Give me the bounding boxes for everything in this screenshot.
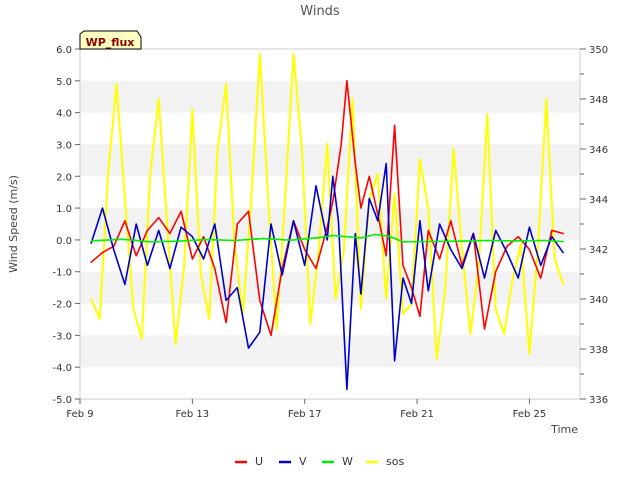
chart-title: Winds: [300, 4, 340, 19]
wp-flux-badge: WP_flux: [79, 30, 142, 50]
x-axis: Feb 9 Feb 13 Feb 17 Feb 21 Feb 25: [66, 399, 546, 420]
y-tick-label: 3.0: [56, 140, 72, 151]
grid-band: [80, 271, 580, 304]
y2-tick-label: 342: [589, 245, 608, 256]
y2-tick-label: 350: [589, 45, 608, 56]
y-tick-label: -1.0: [52, 268, 72, 279]
y2-tick-label: 340: [589, 295, 608, 306]
y-tick-label: -4.0: [52, 363, 72, 374]
y-tick-label: 2.0: [56, 172, 72, 183]
legend: U V Wsos: [235, 455, 404, 468]
chart-svg: -5.0 -4.0 -3.0 -2.0 -1.0 0.0 1.0 2.0 3.0 4.0 5.0 6.…: [7, 4, 608, 468]
y-axis-label: Wind Speed (m/s): [7, 175, 20, 273]
y2-tick-label: 346: [589, 145, 608, 156]
y-tick-label: 0.0: [56, 236, 72, 247]
x-axis-label: Time: [550, 423, 578, 436]
legend-label-sos: sos: [386, 455, 404, 468]
x-tick-label: Feb 17: [288, 409, 322, 420]
x-tick-label: Feb 25: [513, 409, 547, 420]
x-tick-label: Feb 9: [66, 409, 93, 420]
y-tick-label: -5.0: [52, 395, 72, 406]
y-tick-label: -2.0: [52, 300, 72, 311]
y2-tick-label: 348: [589, 95, 608, 106]
legend-label-v: V: [299, 455, 307, 468]
y-tick-label: 4.0: [56, 109, 72, 120]
y-axis-right: 336 338 340 342 344 346 348 350: [580, 45, 608, 406]
x-tick-label: Feb 21: [400, 409, 434, 420]
y-tick-label: 6.0: [56, 45, 72, 56]
badge-label: WP_flux: [86, 36, 135, 49]
y-tick-label: 1.0: [56, 204, 72, 215]
y-tick-label: 5.0: [56, 77, 72, 88]
grid-band: [80, 144, 580, 177]
y-tick-label: -3.0: [52, 331, 72, 342]
grid-band: [80, 80, 580, 113]
grid-band: [80, 335, 580, 368]
y2-tick-label: 344: [589, 195, 608, 206]
y2-tick-label: 338: [589, 345, 608, 356]
legend-label-w: W: [342, 455, 353, 468]
y-axis-left: -5.0 -4.0 -3.0 -2.0 -1.0 0.0 1.0 2.0 3.0 4.0 5.0 6.…: [52, 45, 80, 406]
legend-label-u: U: [255, 455, 263, 468]
winds-chart: -5.0 -4.0 -3.0 -2.0 -1.0 0.0 1.0 2.0 3.0 4.0 5.0 6.…: [0, 0, 640, 480]
x-tick-label: Feb 13: [176, 409, 210, 420]
y2-tick-label: 336: [589, 395, 608, 406]
